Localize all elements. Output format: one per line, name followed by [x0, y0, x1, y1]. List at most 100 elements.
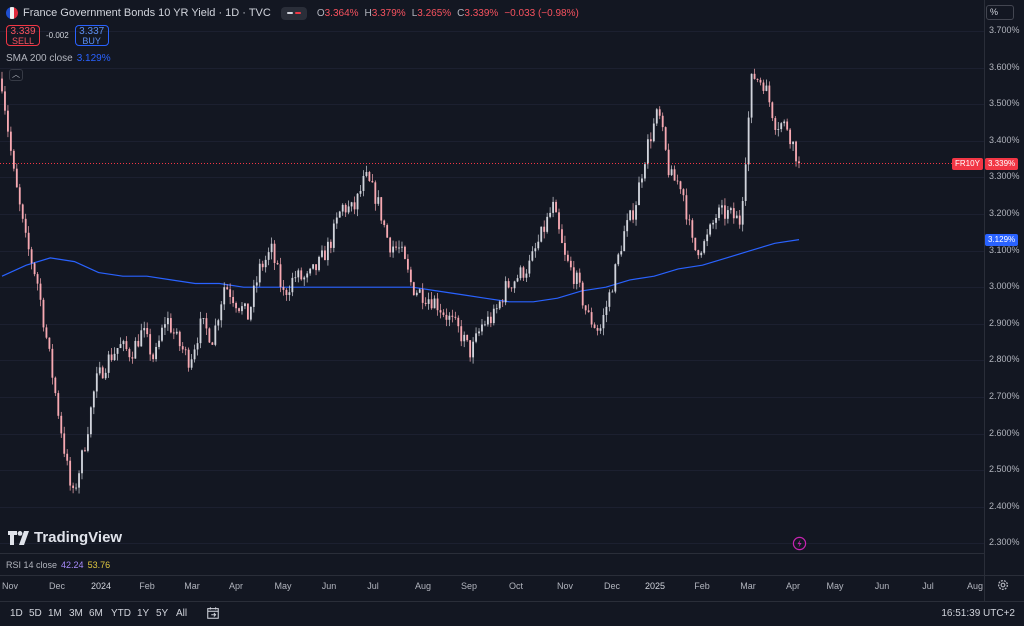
- candle[interactable]: [569, 256, 572, 271]
- candle[interactable]: [765, 79, 768, 92]
- candle[interactable]: [72, 482, 75, 494]
- candle[interactable]: [309, 267, 312, 276]
- candle[interactable]: [223, 282, 226, 311]
- candles[interactable]: [1, 68, 800, 494]
- candle[interactable]: [709, 223, 712, 237]
- candle[interactable]: [362, 170, 365, 197]
- candle[interactable]: [104, 368, 107, 380]
- candle[interactable]: [258, 258, 261, 287]
- candle[interactable]: [175, 328, 178, 335]
- candle[interactable]: [282, 279, 285, 296]
- candle[interactable]: [516, 274, 519, 283]
- candle[interactable]: [164, 316, 166, 335]
- candle[interactable]: [531, 246, 534, 262]
- candle[interactable]: [45, 324, 48, 340]
- lightning-icon[interactable]: [792, 536, 807, 551]
- candle[interactable]: [18, 183, 21, 212]
- candle[interactable]: [670, 165, 673, 177]
- candle[interactable]: [774, 116, 777, 135]
- candle[interactable]: [264, 255, 267, 273]
- candle[interactable]: [211, 341, 214, 345]
- tradingview-logo[interactable]: TradingView: [8, 529, 122, 546]
- candle[interactable]: [131, 351, 134, 364]
- candle[interactable]: [294, 270, 297, 283]
- candle[interactable]: [540, 226, 543, 243]
- candle[interactable]: [792, 141, 794, 151]
- candle[interactable]: [122, 339, 125, 352]
- candle[interactable]: [326, 237, 329, 266]
- candle[interactable]: [389, 236, 392, 258]
- candle[interactable]: [371, 173, 374, 183]
- candle[interactable]: [466, 334, 469, 342]
- candle[interactable]: [116, 348, 119, 361]
- candle[interactable]: [700, 251, 703, 258]
- candle[interactable]: [395, 241, 397, 251]
- candle[interactable]: [726, 205, 729, 224]
- candle[interactable]: [303, 275, 306, 286]
- gear-icon[interactable]: [996, 578, 1010, 592]
- candle[interactable]: [641, 173, 643, 188]
- candle[interactable]: [255, 276, 258, 293]
- candle[interactable]: [161, 324, 163, 343]
- candle[interactable]: [315, 264, 317, 276]
- candle[interactable]: [724, 198, 726, 226]
- clock[interactable]: 16:51:39 UTC+2: [941, 608, 1015, 619]
- candle[interactable]: [166, 311, 169, 331]
- candle[interactable]: [267, 247, 270, 266]
- candle[interactable]: [208, 327, 211, 344]
- candle[interactable]: [596, 324, 599, 336]
- candle[interactable]: [454, 311, 457, 320]
- sma-legend[interactable]: SMA 200 close 3.129%: [6, 53, 111, 64]
- calendar-icon[interactable]: [206, 606, 220, 620]
- candle[interactable]: [217, 318, 220, 331]
- candle[interactable]: [401, 241, 403, 253]
- candle[interactable]: [409, 266, 412, 286]
- candle[interactable]: [564, 235, 566, 261]
- candle[interactable]: [1, 71, 3, 94]
- candle[interactable]: [593, 322, 596, 329]
- candle[interactable]: [39, 278, 42, 307]
- candle[interactable]: [614, 263, 617, 294]
- candle[interactable]: [744, 157, 747, 206]
- candle[interactable]: [495, 304, 498, 314]
- candle[interactable]: [418, 288, 421, 294]
- candle[interactable]: [664, 126, 667, 151]
- candle[interactable]: [679, 180, 682, 194]
- candle[interactable]: [63, 426, 66, 458]
- candle[interactable]: [513, 280, 516, 293]
- candle[interactable]: [519, 265, 522, 281]
- candle[interactable]: [252, 279, 255, 313]
- candle[interactable]: [9, 126, 12, 156]
- price-chart[interactable]: [0, 0, 1024, 626]
- candle[interactable]: [341, 203, 344, 216]
- candle[interactable]: [729, 206, 732, 214]
- candle[interactable]: [404, 245, 406, 260]
- timeframe-button[interactable]: 5D: [29, 608, 42, 619]
- candle[interactable]: [169, 313, 172, 334]
- candle[interactable]: [780, 122, 783, 133]
- candle[interactable]: [172, 328, 175, 340]
- candle[interactable]: [667, 143, 670, 178]
- candle[interactable]: [703, 239, 706, 255]
- candle[interactable]: [460, 320, 463, 347]
- candle[interactable]: [451, 309, 454, 323]
- candle[interactable]: [587, 304, 590, 313]
- timeframe-button[interactable]: YTD: [111, 608, 131, 619]
- candle[interactable]: [546, 212, 549, 234]
- candle[interactable]: [155, 342, 157, 362]
- candle[interactable]: [306, 270, 309, 283]
- candle[interactable]: [638, 176, 640, 206]
- candle[interactable]: [584, 305, 587, 315]
- candle[interactable]: [771, 101, 774, 122]
- candle[interactable]: [24, 213, 27, 238]
- candle[interactable]: [205, 312, 208, 336]
- candle[interactable]: [107, 350, 110, 378]
- candle[interactable]: [199, 311, 202, 349]
- candle[interactable]: [756, 78, 759, 83]
- market-status-icon[interactable]: [280, 6, 307, 20]
- candle[interactable]: [134, 337, 137, 359]
- candle[interactable]: [738, 209, 741, 229]
- candle[interactable]: [617, 252, 620, 267]
- candle[interactable]: [57, 390, 60, 419]
- candle[interactable]: [332, 219, 335, 253]
